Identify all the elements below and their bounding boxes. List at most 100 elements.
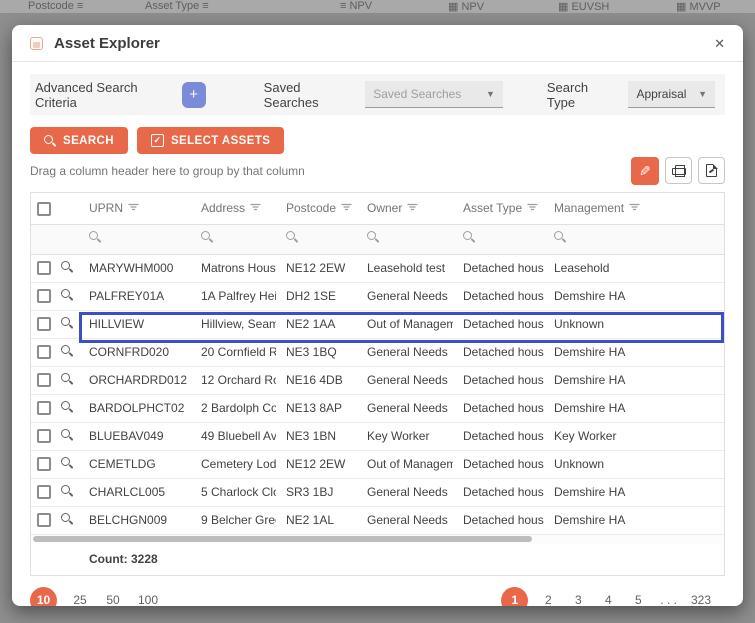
export-button[interactable] (698, 157, 725, 184)
saved-searches-placeholder: Saved Searches (373, 87, 480, 101)
print-button[interactable] (665, 157, 692, 184)
search-icon (554, 231, 566, 243)
row-checkbox[interactable] (37, 261, 51, 275)
close-icon[interactable]: ✕ (712, 35, 727, 52)
row-preview-magnifier-icon[interactable] (61, 513, 73, 525)
row-checkbox[interactable] (37, 317, 51, 331)
background-column-header: ▦ NPV (448, 0, 484, 13)
filter-row (31, 224, 724, 254)
row-checkbox[interactable] (37, 485, 51, 499)
search-button[interactable]: SEARCH (30, 127, 128, 154)
filter-icon[interactable] (629, 203, 640, 211)
page-size-50[interactable]: 50 (103, 593, 123, 606)
cell-uprn: CORNFRD020 (79, 338, 191, 366)
filter-input-address[interactable] (191, 224, 276, 254)
preview-column-header (57, 193, 79, 224)
select-all-checkbox[interactable] (37, 202, 51, 216)
horizontal-scrollbar-thumb[interactable] (33, 536, 532, 542)
cell-asset-type: Detached house (453, 310, 544, 338)
cell-owner: General Needs (357, 366, 453, 394)
page-323[interactable]: 323 (689, 593, 713, 606)
table-row[interactable]: ORCHARDRD012 12 Orchard Road Wh... NE16 … (31, 366, 724, 394)
cell-postcode: NE2 1AA (276, 310, 357, 338)
row-preview-magnifier-icon[interactable] (61, 317, 73, 329)
column-header-management[interactable]: Management (544, 193, 724, 224)
table-row[interactable]: HILLVIEW Hillview, Seaman Av... NE2 1AA … (31, 310, 724, 338)
page-5[interactable]: 5 (628, 593, 648, 606)
filter-input-postcode[interactable] (276, 224, 357, 254)
add-criteria-button[interactable]: + (182, 82, 206, 108)
saved-searches-select[interactable]: Saved Searches ▼ (365, 81, 503, 108)
select-assets-button[interactable]: ✓ SELECT ASSETS (137, 127, 284, 154)
column-header-asset-type[interactable]: Asset Type (453, 193, 544, 224)
filter-input-owner[interactable] (357, 224, 453, 254)
cell-management: Demshire HA (544, 478, 724, 506)
horizontal-scrollbar-track[interactable] (31, 535, 724, 544)
cell-management: Leasehold (544, 254, 724, 282)
search-type-select[interactable]: Appraisal ▼ (628, 81, 715, 108)
cell-uprn: HILLVIEW (79, 310, 191, 338)
row-preview-magnifier-icon[interactable] (61, 429, 73, 441)
modal-header: Asset Explorer ✕ (12, 25, 743, 62)
table-row[interactable]: BLUEBAV049 49 Bluebell Avenue ... NE3 1B… (31, 422, 724, 450)
page-size-10[interactable]: 10 (30, 587, 57, 607)
cell-postcode: NE16 4DB (276, 366, 357, 394)
filter-input-asset-type[interactable] (453, 224, 544, 254)
printer-icon (672, 165, 686, 177)
filter-icon[interactable] (407, 203, 418, 211)
filter-input-uprn[interactable] (79, 224, 191, 254)
row-checkbox[interactable] (37, 345, 51, 359)
page-1[interactable]: 1 (501, 587, 528, 607)
table-row[interactable]: CEMETLDG Cemetery Lodge, 6 ... NE12 2EW … (31, 450, 724, 478)
search-type-value: Appraisal (636, 87, 692, 101)
table-row[interactable]: CHARLCL005 5 Charlock Close Off... SR3 1… (31, 478, 724, 506)
row-checkbox[interactable] (37, 289, 51, 303)
grid-toolbar: Drag a column header here to group by th… (30, 157, 725, 185)
filter-input-management[interactable] (544, 224, 724, 254)
row-preview-magnifier-icon[interactable] (61, 345, 73, 357)
search-criteria-bar: Advanced Search Criteria + Saved Searche… (30, 74, 725, 115)
page-2[interactable]: 2 (538, 593, 558, 606)
row-preview-magnifier-icon[interactable] (61, 373, 73, 385)
row-preview-magnifier-icon[interactable] (61, 401, 73, 413)
filter-icon[interactable] (250, 203, 261, 211)
column-header-uprn[interactable]: UPRN (79, 193, 191, 224)
filter-icon[interactable] (341, 203, 352, 211)
edit-columns-button[interactable]: ✎ (631, 157, 659, 185)
row-preview-magnifier-icon[interactable] (61, 485, 73, 497)
cell-asset-type: Detached house (453, 338, 544, 366)
page-[interactable]: . . . (658, 593, 679, 606)
page-3[interactable]: 3 (568, 593, 588, 606)
row-preview-magnifier-icon[interactable] (61, 457, 73, 469)
filter-icon[interactable] (527, 203, 538, 211)
column-header-address[interactable]: Address (191, 193, 276, 224)
select-all-cell (31, 193, 57, 224)
grid-tool-icons: ✎ (631, 157, 725, 185)
page-size-25[interactable]: 25 (70, 593, 90, 606)
row-checkbox[interactable] (37, 401, 51, 415)
select-assets-button-label: SELECT ASSETS (171, 135, 270, 147)
table-row[interactable]: BARDOLPHCT02 2 Bardolph Cottages... NE13… (31, 394, 724, 422)
table-row[interactable]: MARYWHM000 Matrons House, Mar... NE12 2E… (31, 254, 724, 282)
row-preview-magnifier-icon[interactable] (61, 261, 73, 273)
cell-owner: General Needs (357, 506, 453, 534)
row-preview-magnifier-icon[interactable] (61, 289, 73, 301)
cell-uprn: CEMETLDG (79, 450, 191, 478)
cell-address: 1A Palfrey Heights C... (191, 282, 276, 310)
column-header-postcode[interactable]: Postcode (276, 193, 357, 224)
column-header-owner[interactable]: Owner (357, 193, 453, 224)
table-row[interactable]: CORNFRD020 20 Cornfield Road S... NE3 1B… (31, 338, 724, 366)
page-4[interactable]: 4 (598, 593, 618, 606)
table-row[interactable]: PALFREY01A 1A Palfrey Heights C... DH2 1… (31, 282, 724, 310)
row-checkbox[interactable] (37, 429, 51, 443)
cell-address: 2 Bardolph Cottages... (191, 394, 276, 422)
search-icon (286, 231, 298, 243)
row-checkbox[interactable] (37, 457, 51, 471)
row-checkbox[interactable] (37, 513, 51, 527)
page-size-100[interactable]: 100 (136, 593, 160, 606)
table-row[interactable]: BELCHGN009 9 Belcher Green Sta... NE2 1A… (31, 506, 724, 534)
cell-postcode: NE12 2EW (276, 450, 357, 478)
filter-icon[interactable] (128, 203, 139, 211)
modal-title: Asset Explorer (54, 35, 160, 52)
row-checkbox[interactable] (37, 373, 51, 387)
